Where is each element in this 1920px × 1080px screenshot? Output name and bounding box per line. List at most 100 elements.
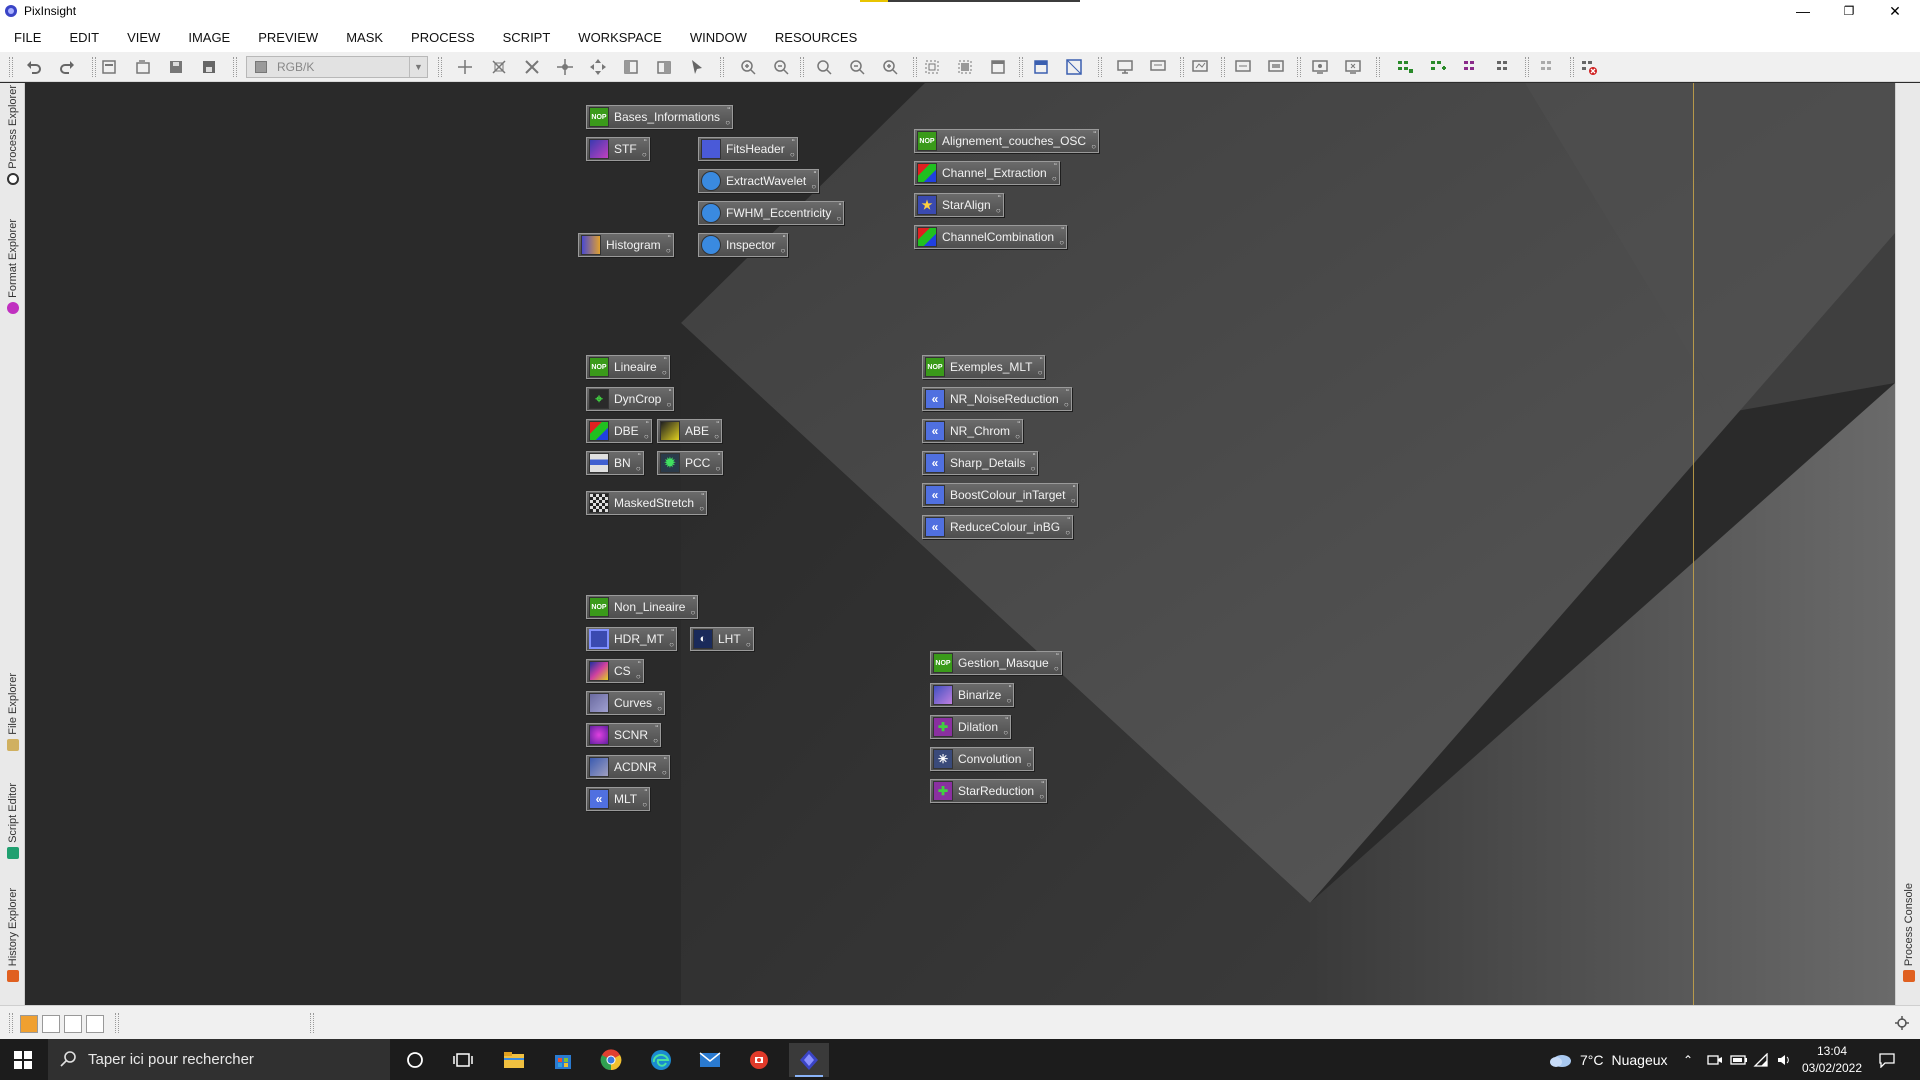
process-icon-dbe[interactable]: DBE “ ○ <box>586 419 652 443</box>
process-icon-extractwavelet[interactable]: ExtractWavelet “ ○ <box>698 169 820 193</box>
process-icon-cs[interactable]: CS “ ○ <box>586 659 644 683</box>
task-view-button[interactable] <box>443 1043 483 1077</box>
process-icons-delete-button[interactable] <box>1578 56 1600 78</box>
workspace-1-tab[interactable] <box>20 1015 38 1033</box>
process-icon-boostcolour-intarget[interactable]: « BoostColour_inTarget “ ○ <box>922 483 1079 507</box>
process-icon-mlt[interactable]: « MLT “ ○ <box>586 787 651 811</box>
taskbar-mail[interactable] <box>690 1043 730 1077</box>
process-icons-show-button[interactable] <box>1394 56 1416 78</box>
process-icon-curves[interactable]: Curves “ ○ <box>586 691 666 715</box>
process-icons-arrange-button[interactable] <box>1493 56 1515 78</box>
restore-button[interactable]: ❐ <box>1826 0 1872 22</box>
process-icon-acdnr[interactable]: ACDNR “ ○ <box>586 755 670 779</box>
process-icon-exemples-mlt[interactable]: NOP Exemples_MLT “ ○ <box>922 355 1046 379</box>
colorspace-select[interactable]: RGB/K ▼ <box>246 56 428 78</box>
process-icon-maskedstretch[interactable]: MaskedStretch “ ○ <box>586 491 708 515</box>
fit-view-button[interactable] <box>488 56 510 78</box>
statusbar-settings-button[interactable] <box>1891 1012 1913 1034</box>
process-icon-sharp-details[interactable]: « Sharp_Details “ ○ <box>922 451 1039 475</box>
process-icon-hdr-mt[interactable]: HDR_MT “ ○ <box>586 627 677 651</box>
zoom-in-button[interactable] <box>737 56 759 78</box>
process-icons-hide-button[interactable] <box>1537 56 1559 78</box>
taskbar-search-input[interactable]: Taper ici pour rechercher <box>48 1039 390 1080</box>
process-icons-select-button[interactable] <box>1460 56 1482 78</box>
tile-windows-button[interactable] <box>1030 56 1052 78</box>
process-icon-lht[interactable]: ◐ LHT “ ○ <box>690 627 754 651</box>
process-icon-fitsheader[interactable]: FitsHeader “ ○ <box>698 137 798 161</box>
process-icon-convolution[interactable]: ✳ Convolution “ ○ <box>930 747 1035 771</box>
notification-center-button[interactable] <box>1878 1039 1896 1080</box>
process-icon-scnr[interactable]: SCNR “ ○ <box>586 723 662 747</box>
process-icon-reducecolour-inbg[interactable]: « ReduceColour_inBG “ ○ <box>922 515 1074 539</box>
process-icon-histogram[interactable]: Histogram “ ○ <box>578 233 674 257</box>
tab-process-explorer[interactable]: Process Explorer <box>0 85 25 185</box>
tray-volume-button[interactable] <box>1776 1039 1792 1080</box>
process-icon-nr-chrom[interactable]: « NR_Chrom “ ○ <box>922 419 1024 443</box>
tab-script-editor[interactable]: Script Editor <box>0 783 25 859</box>
workspace-2-tab[interactable] <box>42 1015 60 1033</box>
menu-workspace[interactable]: WORKSPACE <box>578 30 662 45</box>
undo-button[interactable] <box>23 56 45 78</box>
menu-resources[interactable]: RESOURCES <box>775 30 857 45</box>
cortana-button[interactable] <box>395 1043 435 1077</box>
process-icon-stf[interactable]: STF “ ○ <box>586 137 650 161</box>
move-button[interactable] <box>587 56 609 78</box>
process-icon-channel-extraction[interactable]: Channel_Extraction “ ○ <box>914 161 1060 185</box>
process-icon-alignement-couches-osc[interactable]: NOP Alignement_couches_OSC “ ○ <box>914 129 1100 153</box>
tray-network-button[interactable] <box>1753 1039 1769 1080</box>
fit-window-button[interactable] <box>921 56 943 78</box>
taskbar-clock[interactable]: 13:04 03/02/2022 <box>1793 1043 1871 1077</box>
new-image-button[interactable] <box>98 56 120 78</box>
menu-process[interactable]: PROCESS <box>411 30 475 45</box>
zoom-1-1-button[interactable] <box>813 56 835 78</box>
zoom-fit-window-button[interactable] <box>846 56 868 78</box>
pan-button[interactable] <box>554 56 576 78</box>
tray-overflow-button[interactable]: ⌃ <box>1683 1039 1693 1080</box>
stf-reset-button[interactable] <box>1232 56 1254 78</box>
process-icon-bases-informations[interactable]: NOP Bases_Informations “ ○ <box>586 105 734 129</box>
process-icon-gestion-masque[interactable]: NOP Gestion_Masque “ ○ <box>930 651 1062 675</box>
process-icon-dilation[interactable]: ✚ Dilation “ ○ <box>930 715 1012 739</box>
menu-preview[interactable]: PREVIEW <box>258 30 318 45</box>
start-button[interactable] <box>8 1047 38 1073</box>
full-screen-button[interactable] <box>987 56 1009 78</box>
process-icon-abe[interactable]: ABE “ ○ <box>657 419 723 443</box>
taskbar-file-explorer[interactable] <box>494 1043 534 1077</box>
zoom-out-button[interactable] <box>770 56 792 78</box>
open-button[interactable] <box>132 56 154 78</box>
workspace-area[interactable]: NOP Bases_Informations “ ○ STF “ ○ FitsHea… <box>25 83 1895 1005</box>
tab-history-explorer[interactable]: History Explorer <box>0 888 25 983</box>
process-icon-binarize[interactable]: Binarize “ ○ <box>930 683 1015 707</box>
process-icon-channelcombination[interactable]: ChannelCombination “ ○ <box>914 225 1068 249</box>
monitor-button[interactable] <box>1114 56 1136 78</box>
stf-link-button[interactable] <box>1265 56 1287 78</box>
screen-transfer-button[interactable] <box>1147 56 1169 78</box>
weather-widget[interactable]: 7°C Nuageux <box>1548 1039 1668 1080</box>
tray-battery-button[interactable] <box>1730 1039 1748 1080</box>
workspace-3-tab[interactable] <box>64 1015 82 1033</box>
zoom-fit-button[interactable] <box>521 56 543 78</box>
stf-auto-button[interactable] <box>1189 56 1211 78</box>
process-icon-pcc[interactable]: ✹ PCC “ ○ <box>657 451 724 475</box>
workspace-4-tab[interactable] <box>86 1015 104 1033</box>
taskbar-app-red[interactable] <box>739 1043 779 1077</box>
taskbar-edge[interactable] <box>641 1043 681 1077</box>
fit-view-to-window-button[interactable] <box>954 56 976 78</box>
tab-process-console[interactable]: Process Console <box>1896 883 1920 983</box>
process-icon-lineaire[interactable]: NOP Lineaire “ ○ <box>586 355 670 379</box>
process-icon-staralign[interactable]: ★ StarAlign “ ○ <box>914 193 1004 217</box>
process-icon-bn[interactable]: BN “ ○ <box>586 451 644 475</box>
save-as-button[interactable] <box>198 56 220 78</box>
redo-button[interactable] <box>56 56 78 78</box>
menu-window[interactable]: WINDOW <box>690 30 747 45</box>
cascade-windows-button[interactable] <box>1063 56 1085 78</box>
readout-button[interactable] <box>686 56 708 78</box>
zoom-in-tool-button[interactable] <box>454 56 476 78</box>
menu-edit[interactable]: EDIT <box>69 30 99 45</box>
taskbar-chrome[interactable] <box>591 1043 631 1077</box>
menu-script[interactable]: SCRIPT <box>503 30 551 45</box>
minimize-button[interactable]: — <box>1780 0 1826 22</box>
taskbar-pixinsight[interactable] <box>789 1043 829 1077</box>
mask-show-button[interactable] <box>1309 56 1331 78</box>
process-icon-non-lineaire[interactable]: NOP Non_Lineaire “ ○ <box>586 595 699 619</box>
